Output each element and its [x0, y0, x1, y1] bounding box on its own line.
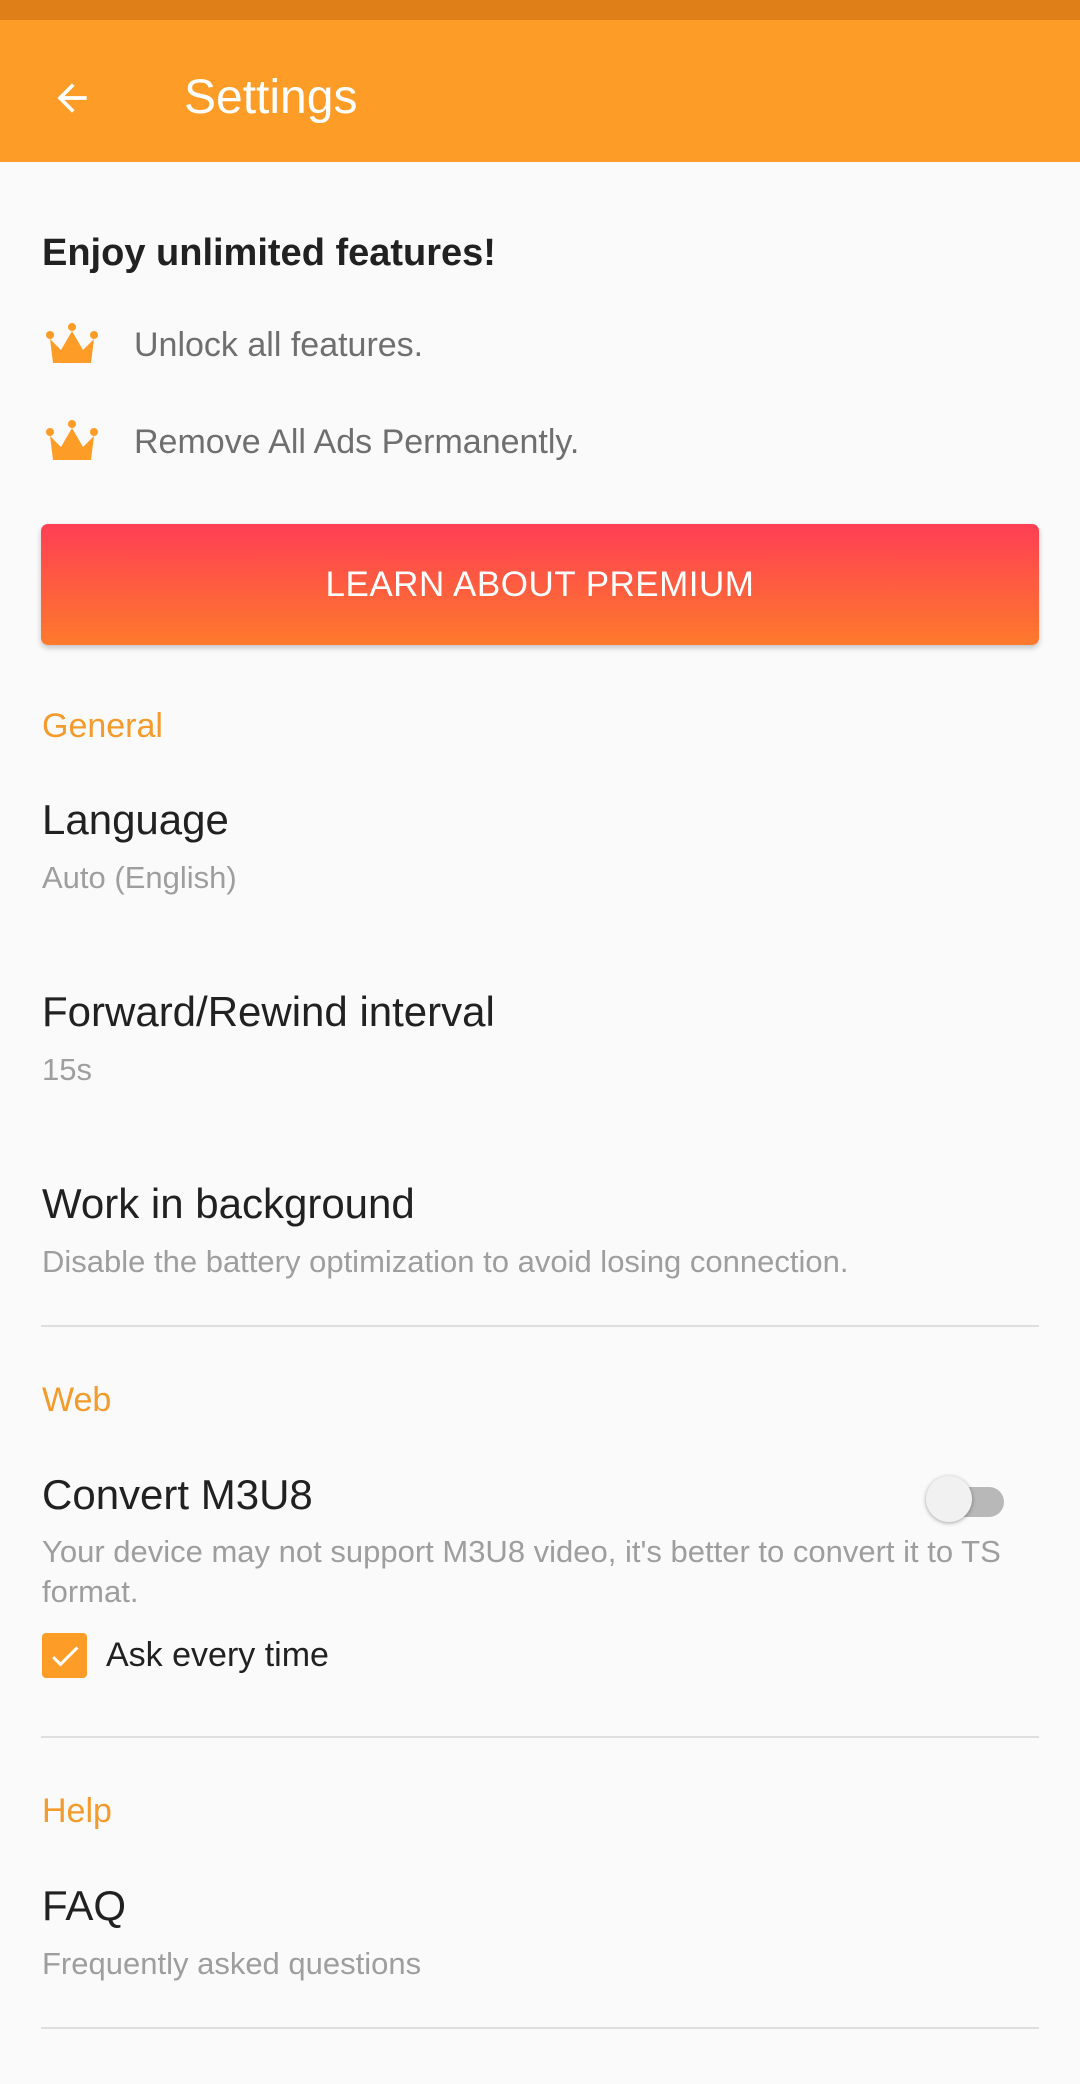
- work-in-background-summary: Disable the battery optimization to avoi…: [42, 1244, 849, 1279]
- feature-text: Remove All Ads Permanently.: [134, 422, 580, 461]
- interval-summary: 15s: [42, 1052, 92, 1087]
- section-header-web: Web: [42, 1381, 112, 1419]
- faq-setting[interactable]: [0, 1860, 1080, 2010]
- feature-item-remove-ads: Remove All Ads Permanently.: [42, 412, 579, 472]
- section-header-help: Help: [42, 1792, 112, 1830]
- ask-every-time-checkbox[interactable]: [42, 1633, 87, 1678]
- toggle-thumb: [926, 1476, 972, 1522]
- convert-m3u8-summary: Your device may not support M3U8 video, …: [42, 1534, 1001, 1609]
- crown-icon: [42, 412, 102, 472]
- promo-title: Enjoy unlimited features!: [42, 232, 496, 274]
- app-bar: Settings: [0, 20, 1080, 162]
- language-summary: Auto (English): [42, 860, 237, 895]
- divider: [41, 1325, 1039, 1327]
- language-title: Language: [42, 796, 229, 843]
- back-button[interactable]: [30, 56, 114, 140]
- page-title: Settings: [184, 71, 358, 124]
- faq-title: FAQ: [42, 1882, 127, 1929]
- divider: [41, 1736, 1039, 1738]
- ask-every-time-label[interactable]: Ask every time: [106, 1633, 329, 1678]
- divider: [41, 2027, 1039, 2029]
- convert-m3u8-title: Convert M3U8: [42, 1471, 313, 1518]
- work-in-background-title: Work in background: [42, 1180, 415, 1227]
- feature-text: Unlock all features.: [134, 325, 424, 364]
- learn-about-premium-button[interactable]: LEARN ABOUT PREMIUM: [41, 524, 1039, 645]
- crown-icon: [42, 315, 102, 375]
- checkmark-icon: [51, 1645, 78, 1666]
- faq-summary: Frequently asked questions: [42, 1946, 422, 1981]
- arrow-back-icon: [57, 83, 87, 113]
- interval-title: Forward/Rewind interval: [42, 988, 495, 1035]
- feature-item-unlock: Unlock all features.: [42, 315, 423, 375]
- section-header-general: General: [42, 707, 163, 745]
- convert-m3u8-toggle[interactable]: [926, 1474, 1016, 1524]
- status-bar: [0, 0, 1080, 20]
